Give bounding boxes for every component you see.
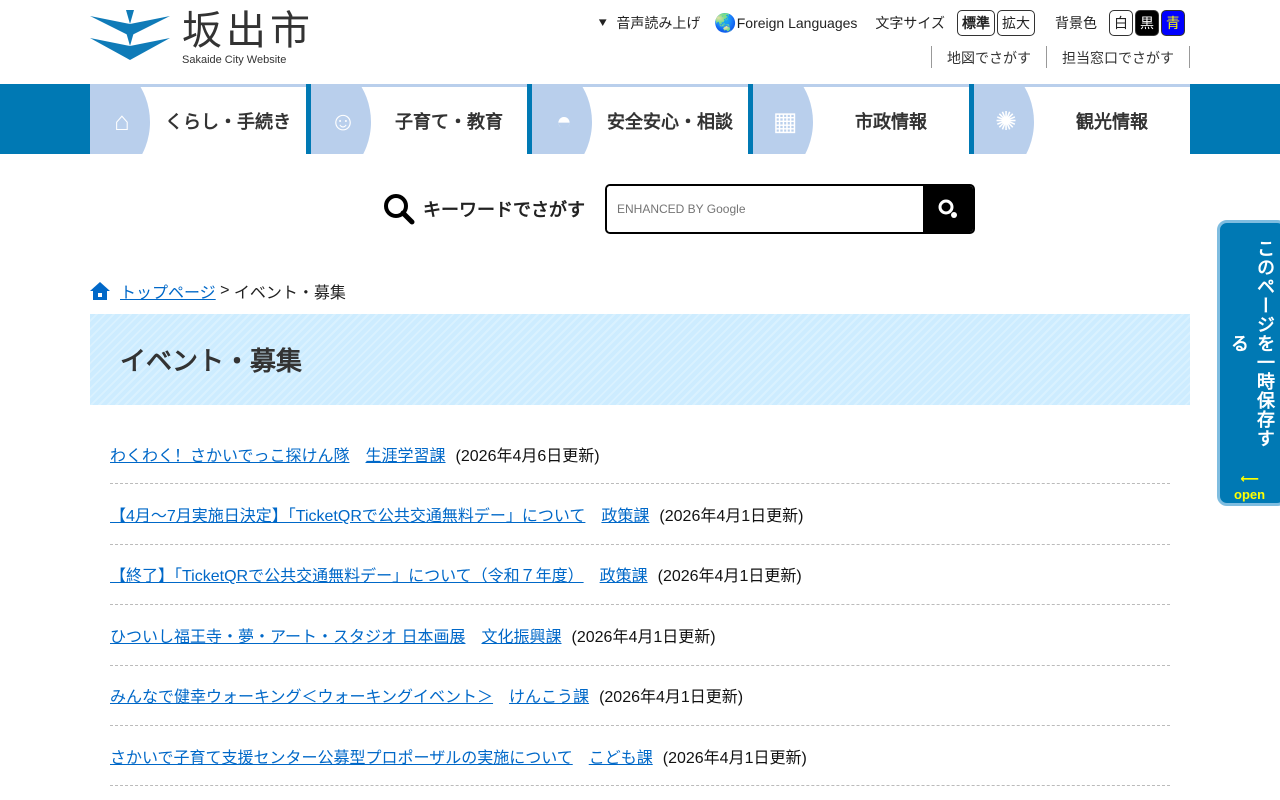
breadcrumb-separator: > (215, 282, 234, 299)
nav-safety[interactable]: ◓ 安全安心・相談 (532, 84, 748, 154)
nav-label: くらし・手続き (165, 111, 291, 132)
item-title-link[interactable]: さかいで子育て支援センター公募型プロポーザルの実施について (110, 744, 573, 768)
font-standard-button[interactable]: 標準 (957, 10, 995, 36)
search-icon (938, 199, 957, 218)
search-label: キーワードでさがす (423, 200, 585, 220)
open-label: open (1234, 487, 1266, 502)
save-page-tab[interactable]: このページを一時保存する ⟵ open (1217, 220, 1280, 506)
font-size-label: 文字サイズ (875, 15, 945, 31)
nav-tourism[interactable]: ✺ 観光情報 (974, 84, 1190, 154)
nav-label: 市政情報 (855, 111, 927, 132)
breadcrumb-home-link[interactable]: トップページ (120, 279, 216, 303)
bg-black-button[interactable]: 黒 (1135, 10, 1159, 36)
item-dept-link[interactable]: けんこう課 (509, 683, 589, 707)
speech-label: 音声読み上げ (616, 15, 701, 31)
nav-label: 観光情報 (1076, 111, 1148, 132)
list-item: さかいで子育て支援センター公募型プロポーザルの実施について こども課 (2026年4… (110, 726, 1170, 787)
logo-japanese: 坂出市 (182, 9, 314, 53)
globe-icon: 🌏 (714, 12, 737, 33)
item-title-link[interactable]: みんなで健幸ウォーキング＜ウォーキングイベント＞ (110, 683, 493, 707)
nav-living[interactable]: ⌂ くらし・手続き (90, 84, 306, 154)
breadcrumb: トップページ > イベント・募集 (90, 279, 346, 303)
item-title-link[interactable]: 【終了】「TicketQRで公共交通無料デー」について（令和７年度） (110, 562, 584, 586)
font-large-button[interactable]: 拡大 (997, 10, 1035, 36)
item-date: (2026年4月1日更新) (599, 689, 744, 707)
search-button[interactable] (923, 186, 973, 232)
site-logo[interactable]: 坂出市 Sakaide City Website (90, 10, 314, 66)
list-item: ひついし福王寺・夢・アート・スタジオ 日本画展 文化振興課 (2026年4月1日更新… (110, 605, 1170, 666)
download-arrow-icon: ⯆ (597, 14, 609, 31)
item-dept-link[interactable]: 生涯学習課 (366, 442, 446, 466)
sub-links: 地図でさがす 担当窓口でさがす (931, 46, 1190, 68)
nav-label: 安全安心・相談 (607, 111, 733, 132)
breadcrumb-current: イベント・募集 (233, 285, 346, 302)
list-item: わくわく！さかいでっこ探けん隊 生涯学習課 (2026年4月6日更新) (110, 424, 1170, 485)
item-title-link[interactable]: わくわく！さかいでっこ探けん隊 (110, 442, 350, 466)
item-dept-link[interactable]: 文化振興課 (482, 623, 562, 647)
building-icon: ▦ (772, 106, 798, 136)
nav-childcare[interactable]: ☺ 子育て・教育 (311, 84, 527, 154)
logo-english: Sakaide City Website (182, 54, 287, 66)
item-dept-link[interactable]: 政策課 (601, 502, 649, 526)
utility-bar: ⯆ 音声読み上げ 🌏 Foreign Languages 文字サイズ 標準 拡大 背… (583, 10, 1185, 36)
item-date: (2026年4月1日更新) (571, 628, 716, 646)
item-dept-link[interactable]: こども課 (589, 744, 653, 768)
speech-link[interactable]: ⯆ 音声読み上げ (597, 13, 700, 33)
city-emblem-icon (90, 10, 170, 60)
item-dept-link[interactable]: 政策課 (600, 562, 648, 586)
map-search-link[interactable]: 地図でさがす (931, 46, 1046, 68)
baby-icon: ☺ (329, 106, 357, 136)
keyword-search: キーワードでさがす (383, 184, 975, 234)
list-item: 【終了】「TicketQRで公共交通無料デー」について（令和７年度） 政策課 (20… (110, 545, 1170, 606)
item-title-link[interactable]: ひついし福王寺・夢・アート・スタジオ 日本画展 (110, 623, 466, 647)
foreign-label: Foreign Languages (736, 15, 858, 31)
item-title-link[interactable]: 【4月～7月実施日決定】「TicketQRで公共交通無料デー」について (110, 502, 585, 526)
foreign-languages-link[interactable]: 🌏 Foreign Languages (714, 13, 857, 34)
firework-icon: ✺ (995, 106, 1017, 136)
bg-color-label: 背景色 (1055, 15, 1097, 31)
helmet-icon: ◓ (556, 106, 572, 136)
bg-blue-button[interactable]: 青 (1161, 10, 1185, 36)
global-nav: ⌂ くらし・手続き ☺ 子育て・教育 ◓ 安全安心・相談 ▦ 市政情報 ✺ 観光情報 (90, 84, 1190, 154)
item-date: (2026年4月1日更新) (662, 749, 807, 767)
page-title: イベント・募集 (90, 314, 1190, 405)
item-date: (2026年4月6日更新) (455, 447, 600, 465)
house-icon: ⌂ (114, 106, 130, 136)
list-item: 【4月～7月実施日決定】「TicketQRで公共交通無料デー」について 政策課 (2… (110, 484, 1170, 545)
item-date: (2026年4月1日更新) (657, 568, 802, 586)
bg-white-button[interactable]: 白 (1109, 10, 1133, 36)
office-search-link[interactable]: 担当窓口でさがす (1046, 46, 1190, 68)
search-icon (384, 194, 415, 225)
list-item: みんなで健幸ウォーキング＜ウォーキングイベント＞ けんこう課 (2026年4月1日更… (110, 666, 1170, 726)
arrow-left-icon: ⟵ (1240, 471, 1259, 486)
search-input[interactable] (607, 186, 923, 232)
nav-city-info[interactable]: ▦ 市政情報 (753, 84, 969, 154)
event-list: わくわく！さかいでっこ探けん隊 生涯学習課 (2026年4月6日更新) 【4月～7月… (110, 424, 1170, 787)
save-page-label: このページを一時保存する (1229, 238, 1275, 448)
item-date: (2026年4月1日更新) (659, 508, 804, 526)
home-icon (90, 282, 110, 300)
nav-label: 子育て・教育 (395, 111, 503, 132)
